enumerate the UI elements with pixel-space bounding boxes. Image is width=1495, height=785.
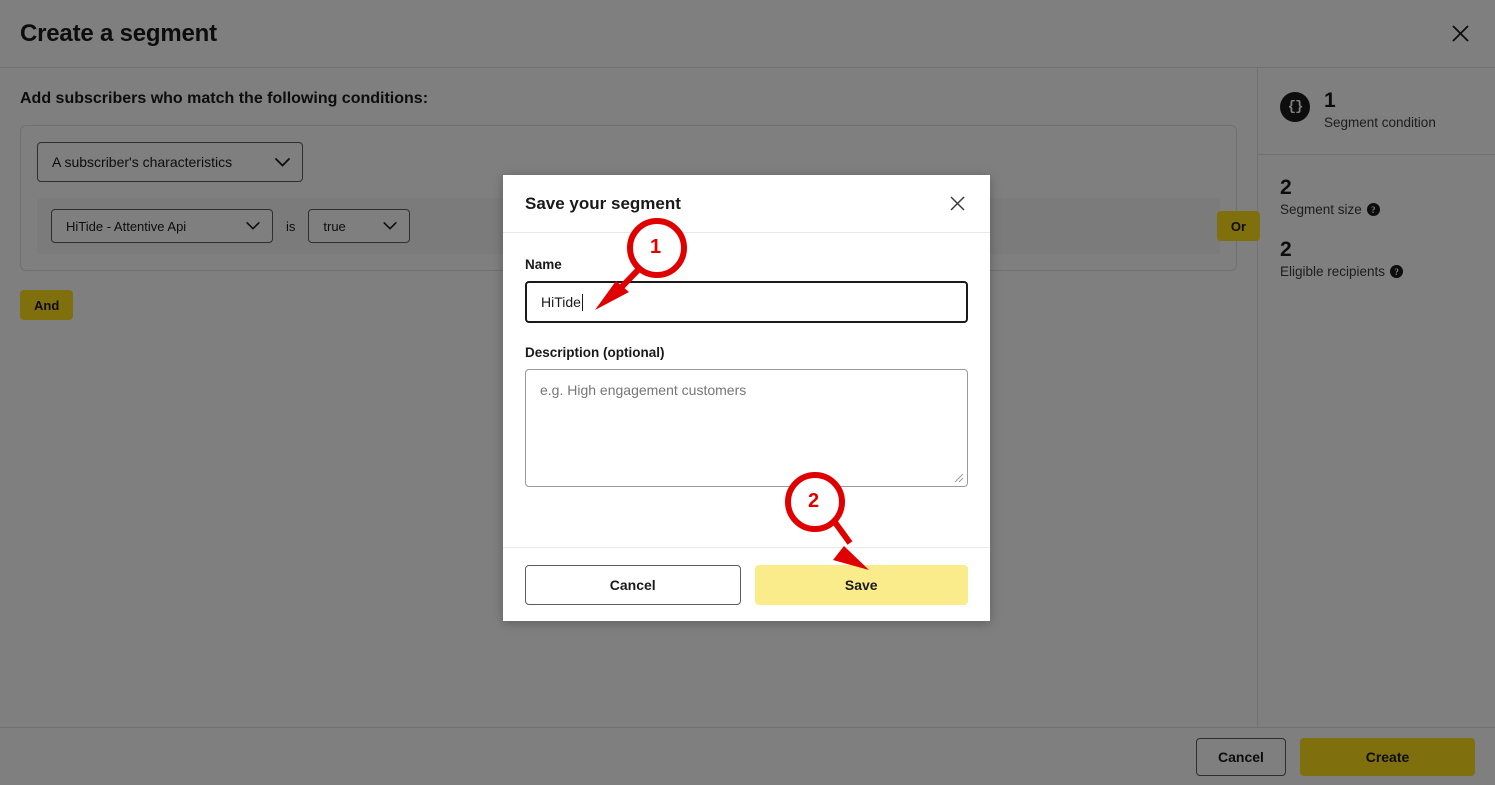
- name-input[interactable]: HiTide: [525, 281, 968, 323]
- description-field-label: Description (optional): [525, 345, 968, 360]
- modal-header: Save your segment: [503, 175, 990, 233]
- modal-footer: Cancel Save: [503, 547, 990, 621]
- description-textarea[interactable]: e.g. High engagement customers: [525, 369, 968, 487]
- name-field-label: Name: [525, 257, 968, 272]
- name-input-value: HiTide: [541, 294, 581, 310]
- modal-cancel-button[interactable]: Cancel: [525, 565, 741, 605]
- save-segment-modal: Save your segment Name HiTide Descriptio…: [503, 175, 990, 621]
- text-cursor: [582, 294, 583, 311]
- modal-body: Name HiTide Description (optional) e.g. …: [503, 233, 990, 547]
- resize-handle-icon[interactable]: [954, 473, 964, 483]
- modal-title: Save your segment: [525, 194, 681, 214]
- description-placeholder: e.g. High engagement customers: [540, 382, 746, 398]
- close-icon[interactable]: [944, 191, 970, 217]
- modal-save-button[interactable]: Save: [755, 565, 969, 605]
